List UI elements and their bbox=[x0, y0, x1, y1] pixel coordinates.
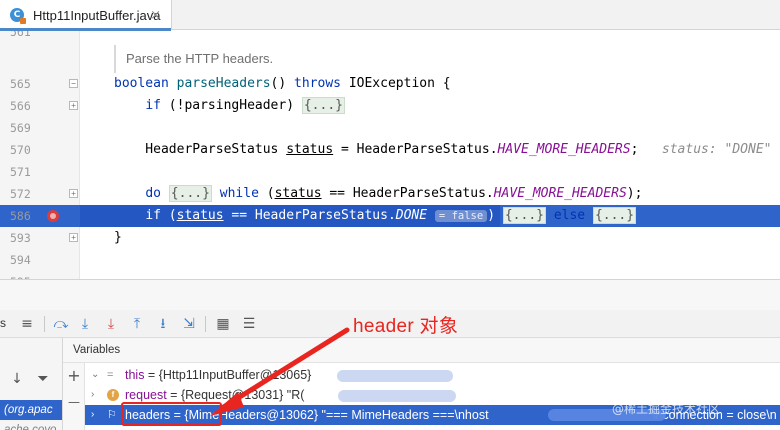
code-text: } bbox=[114, 230, 122, 245]
drop-frame-icon[interactable]: ⭳ bbox=[154, 315, 172, 333]
code-line[interactable]: 595 bbox=[0, 271, 780, 279]
toolbar-divider bbox=[205, 316, 206, 332]
folded-block[interactable]: {...} bbox=[301, 97, 345, 114]
collapse-icon[interactable]: ⌄ bbox=[91, 365, 99, 385]
expand-icon[interactable]: › bbox=[91, 405, 94, 425]
down-arrow-icon[interactable]: ↓ bbox=[8, 370, 26, 388]
filter-icon[interactable]: ⏷ bbox=[34, 370, 52, 388]
code-line[interactable]: 565 − boolean parseHeaders() throws IOExce… bbox=[0, 73, 780, 95]
line-number: 566 bbox=[10, 99, 31, 113]
field-icon: f bbox=[107, 389, 119, 401]
line-number: 593 bbox=[10, 231, 31, 245]
remove-watch-icon[interactable]: — bbox=[65, 393, 83, 411]
inline-value-badge: = false bbox=[434, 210, 488, 222]
code-text: if (status == HeaderParseStatus.DONE = f… bbox=[145, 207, 637, 224]
run-to-cursor-icon[interactable]: ⇲ bbox=[180, 315, 198, 333]
frames-pane: ↓ ⏷ (org.apac ache.coyo bbox=[0, 338, 63, 430]
code-line[interactable]: 572 + do {...} while (status == HeaderPar… bbox=[0, 183, 780, 205]
folded-block[interactable]: {...} bbox=[592, 207, 637, 224]
code-line[interactable]: 569 bbox=[0, 117, 780, 139]
annotation-label: header 对象 bbox=[353, 316, 459, 337]
expand-icon[interactable]: › bbox=[91, 385, 94, 405]
variable-value: = {Request@13031} "R( bbox=[166, 388, 305, 402]
fold-toggle-icon[interactable]: + bbox=[69, 233, 78, 242]
code-line[interactable]: 571 bbox=[0, 161, 780, 183]
line-number: 571 bbox=[10, 165, 31, 179]
step-over-icon[interactable]: ⤼ bbox=[52, 315, 70, 333]
evaluate-expression-icon[interactable]: ▦ bbox=[214, 315, 232, 333]
code-text: do {...} while (status == HeaderParseSta… bbox=[145, 185, 643, 202]
line-number: 586 bbox=[10, 209, 31, 223]
force-step-into-icon[interactable]: ⤓ bbox=[102, 315, 120, 333]
frame-item[interactable]: ache.coyo bbox=[0, 420, 62, 430]
line-number: 565 bbox=[10, 77, 31, 91]
code-text: HeaderParseStatus status = HeaderParseSt… bbox=[114, 142, 772, 157]
doc-comment: Parse the HTTP headers. bbox=[114, 45, 714, 73]
fold-toggle-icon[interactable]: + bbox=[69, 101, 78, 110]
toolbar-divider bbox=[44, 316, 45, 332]
fold-toggle-icon[interactable]: − bbox=[69, 79, 78, 88]
redaction-bar bbox=[337, 370, 453, 382]
editor-tab-bar: C Http11InputBuffer.java × bbox=[0, 0, 780, 31]
folded-block[interactable]: {...} bbox=[502, 207, 546, 224]
variable-value: = {Http11InputBuffer@13065} bbox=[144, 368, 312, 382]
watermark: @稀土掘金技术社区 bbox=[612, 402, 721, 416]
line-number: 561 bbox=[10, 31, 31, 39]
variables-header: Variables bbox=[63, 338, 780, 363]
breakpoint-icon[interactable] bbox=[47, 210, 59, 222]
close-icon[interactable]: × bbox=[150, 8, 161, 23]
code-text: if (!parsingHeader) {...} bbox=[145, 97, 345, 114]
code-line[interactable]: 594 bbox=[0, 249, 780, 271]
menu-icon[interactable]: ≡ bbox=[18, 315, 36, 333]
trace-icon[interactable]: ☰ bbox=[240, 315, 258, 333]
line-number: 569 bbox=[10, 121, 31, 135]
redaction-bar bbox=[338, 390, 456, 402]
code-line[interactable]: 566 + if (!parsingHeader) {...} bbox=[0, 95, 780, 117]
code-line[interactable]: 593 +} bbox=[0, 227, 780, 249]
editor-tab[interactable]: C Http11InputBuffer.java × bbox=[0, 0, 172, 31]
java-class-icon: C bbox=[10, 8, 26, 24]
code-line[interactable]: 561 bbox=[0, 31, 780, 43]
step-into-icon[interactable]: ⤓ bbox=[76, 315, 94, 333]
line-number: 594 bbox=[10, 253, 31, 267]
inline-value-hint: status: "DONE" bbox=[661, 142, 772, 157]
code-line[interactable]: 570 HeaderParseStatus status = HeaderPar… bbox=[0, 139, 780, 161]
code-text: boolean parseHeaders() throws IOExceptio… bbox=[114, 76, 451, 91]
annotation-box bbox=[121, 402, 222, 426]
variables-side-toolbar: + — bbox=[63, 363, 85, 430]
equals-icon: = bbox=[107, 369, 114, 381]
fold-toggle-icon[interactable]: + bbox=[69, 189, 78, 198]
variable-name: this bbox=[125, 368, 145, 382]
flag-icon: ⚐ bbox=[107, 409, 117, 421]
code-line[interactable]: 586 if (status == HeaderParseStatus.DONE… bbox=[0, 205, 780, 227]
step-out-icon[interactable]: ⤒ bbox=[128, 315, 146, 333]
line-number: 572 bbox=[10, 187, 31, 201]
variable-name: request bbox=[125, 388, 167, 402]
line-number: 595 bbox=[10, 271, 40, 279]
debug-tab-fragment: s bbox=[0, 316, 6, 330]
editor-tab-title: Http11InputBuffer.java bbox=[33, 7, 161, 23]
variables-title: Variables bbox=[73, 344, 121, 356]
code-editor[interactable]: Parse the HTTP headers. 561 565 − boolean p… bbox=[0, 31, 780, 279]
frame-item[interactable]: (org.apac bbox=[0, 400, 62, 420]
add-watch-icon[interactable]: + bbox=[65, 367, 83, 385]
line-number: 570 bbox=[10, 143, 31, 157]
folded-block[interactable]: {...} bbox=[168, 185, 212, 202]
debug-panel-header bbox=[0, 279, 780, 310]
